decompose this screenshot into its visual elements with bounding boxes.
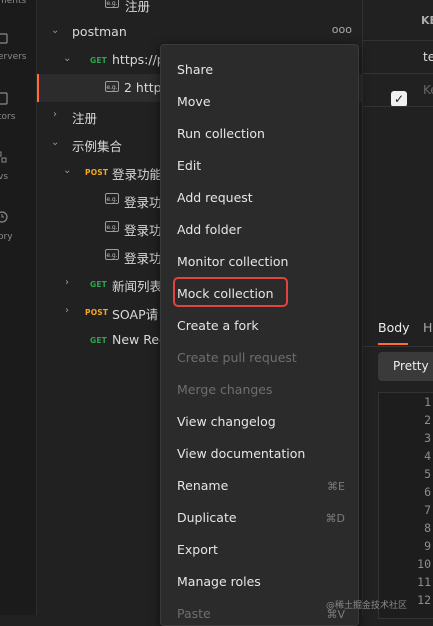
menu-item-paste: Paste <box>177 606 211 621</box>
params-header: KE <box>363 0 433 41</box>
line-number: 9 <box>424 539 431 553</box>
method-badge: POST <box>85 168 109 177</box>
sidebar-item-monitors[interactable]: tors <box>0 90 36 126</box>
line-number: 7 <box>424 503 431 517</box>
example-name: 登录功 <box>124 223 162 238</box>
key-column-header: KE <box>421 14 433 27</box>
collection-postman[interactable]: ⌄ postman ooo <box>37 18 362 46</box>
list-item[interactable]: e.g. 注册 <box>37 0 362 18</box>
menu-item-merge-changes: Merge changes <box>177 382 273 397</box>
pretty-button-label: Pretty <box>393 359 429 373</box>
menu-item-move[interactable]: Move <box>177 94 211 114</box>
response-body-editor[interactable]: 1 2 3 4 5 6 7 8 9 10 11 12 <box>378 392 433 619</box>
tab-headers[interactable]: He <box>423 320 433 335</box>
menu-item-duplicate[interactable]: Duplicate <box>177 510 237 530</box>
example-icon: e.g. <box>105 193 119 204</box>
sidebar-item-flows[interactable]: vs <box>0 148 36 184</box>
request-name: https://p <box>112 52 165 67</box>
list-item-label: 注册 <box>125 0 151 14</box>
line-number: 10 <box>417 557 431 571</box>
menu-item-manage-roles[interactable]: Manage roles <box>177 574 261 594</box>
param-key[interactable]: te <box>423 50 433 64</box>
collection-name: postman <box>72 24 127 39</box>
line-number: 12 <box>417 593 431 607</box>
selection-indicator <box>37 74 39 102</box>
tab-body[interactable]: Body <box>378 320 410 335</box>
request-name: 登录功能 <box>112 167 163 182</box>
request-name: New Req <box>112 332 167 347</box>
menu-item-monitor-collection[interactable]: Monitor collection <box>177 254 288 274</box>
server-icon <box>0 33 8 44</box>
sidebar-item-environments[interactable]: ments <box>0 0 36 14</box>
menu-item-view-changelog[interactable]: View changelog <box>177 414 276 434</box>
sidebar-item-label: ments <box>0 0 27 6</box>
menu-item-add-folder[interactable]: Add folder <box>177 222 241 242</box>
chevron-down-icon[interactable]: ⌄ <box>51 26 61 36</box>
menu-item-add-request[interactable]: Add request <box>177 190 253 210</box>
request-name: SOAP请 <box>112 307 159 322</box>
example-icon: e.g. <box>105 249 119 260</box>
request-editor-panel: KE ✓ te Ke Body He Pretty 1 2 3 4 5 6 7 … <box>362 0 433 619</box>
sidebar-item-mock-servers[interactable]: ervers <box>0 30 36 66</box>
app-sidebar: ments ervers tors vs ory <box>0 0 37 615</box>
method-badge: GET <box>90 336 107 345</box>
tab-active-indicator <box>378 343 408 345</box>
method-badge: GET <box>90 280 107 289</box>
menu-item-share[interactable]: Share <box>177 62 213 82</box>
collection-context-menu: Share Move Run collection Edit Add reque… <box>160 44 359 626</box>
menu-item-edit[interactable]: Edit <box>177 158 201 178</box>
line-number: 6 <box>424 485 431 499</box>
example-icon: e.g. <box>105 0 119 8</box>
chevron-right-icon[interactable]: › <box>65 306 75 316</box>
line-number: 1 <box>424 395 431 409</box>
line-number: 11 <box>417 575 431 589</box>
menu-item-rename[interactable]: Rename <box>177 478 228 498</box>
shortcut-rename: ⌘E <box>327 480 345 493</box>
chevron-down-icon[interactable]: ⌄ <box>63 54 73 64</box>
menu-item-mock-collection[interactable]: Mock collection <box>177 286 274 306</box>
chevron-right-icon[interactable]: › <box>53 110 63 120</box>
sidebar-item-history[interactable]: ory <box>0 208 36 244</box>
more-options-icon[interactable]: ooo <box>332 23 352 36</box>
request-name: 新闻列表 <box>112 279 163 294</box>
line-number: 3 <box>424 431 431 445</box>
shortcut-duplicate: ⌘D <box>325 512 345 525</box>
chevron-down-icon[interactable]: ⌄ <box>63 166 73 176</box>
example-name: 登录功 <box>124 251 162 266</box>
menu-item-create-fork[interactable]: Create a fork <box>177 318 259 338</box>
line-number: 2 <box>424 413 431 427</box>
method-badge: GET <box>90 56 107 65</box>
sidebar-item-label: tors <box>0 112 16 122</box>
line-number: 4 <box>424 449 431 463</box>
history-icon <box>0 211 8 223</box>
chevron-down-icon[interactable]: ⌄ <box>51 138 61 148</box>
menu-item-create-pull-request: Create pull request <box>177 350 297 365</box>
menu-item-export[interactable]: Export <box>177 542 218 562</box>
menu-item-view-documentation[interactable]: View documentation <box>177 446 305 466</box>
example-icon: e.g. <box>105 81 119 92</box>
watermark: @稀土掘金技术社区 <box>326 601 408 611</box>
method-badge: POST <box>85 308 109 317</box>
menu-item-run-collection[interactable]: Run collection <box>177 126 265 146</box>
folder-name: 示例集合 <box>72 139 123 154</box>
example-icon: e.g. <box>105 221 119 232</box>
monitor-icon <box>0 92 8 105</box>
example-name: 登录功 <box>124 195 162 210</box>
flows-icon <box>0 151 7 163</box>
line-number: 8 <box>424 521 431 535</box>
params-row-empty: Ke <box>363 74 433 107</box>
param-key-placeholder[interactable]: Ke <box>423 83 433 97</box>
pretty-button[interactable]: Pretty <box>378 352 433 381</box>
response-tabs: Body He <box>363 310 433 347</box>
sidebar-item-label: ory <box>0 232 13 242</box>
sidebar-item-label: ervers <box>0 52 27 62</box>
params-row: ✓ te <box>363 41 433 107</box>
folder-name: 注册 <box>72 111 98 126</box>
sidebar-item-label: vs <box>0 172 9 182</box>
chevron-right-icon[interactable]: › <box>65 278 75 288</box>
line-number: 5 <box>424 467 431 481</box>
